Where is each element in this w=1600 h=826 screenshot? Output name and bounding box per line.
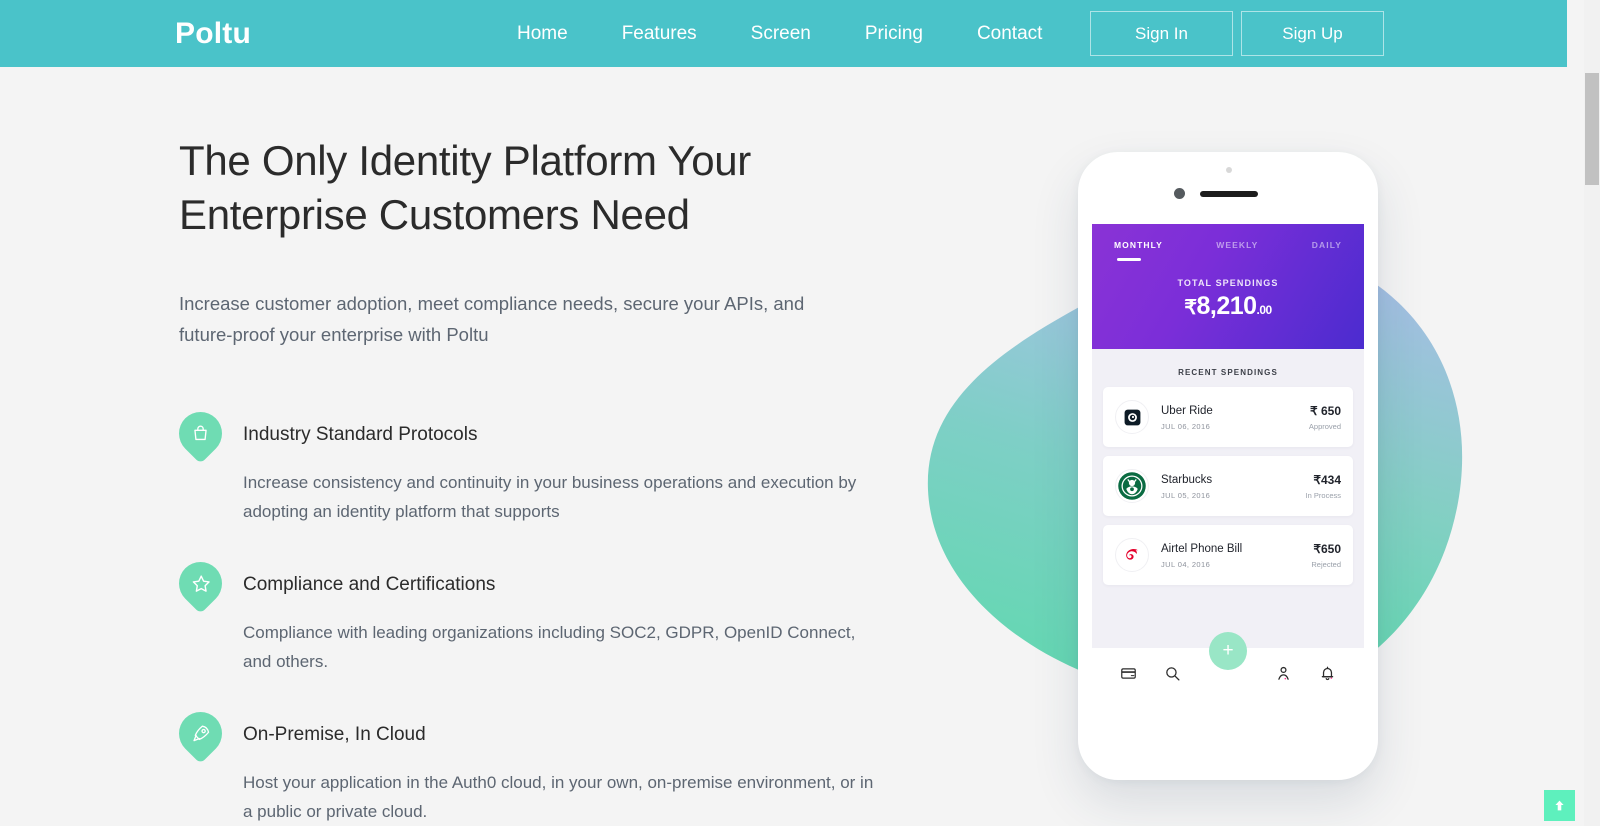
- recent-spendings-label: RECENT SPENDINGS: [1178, 368, 1278, 377]
- nav-item-home[interactable]: Home: [490, 0, 595, 67]
- front-camera-icon: [1174, 188, 1185, 199]
- rocket-icon: [170, 703, 231, 764]
- transaction-status: Rejected: [1311, 559, 1341, 569]
- uber-logo: [1115, 400, 1149, 434]
- brand-logo[interactable]: Poltu: [175, 15, 251, 53]
- person-icon[interactable]: [1275, 665, 1292, 687]
- phone-notch: [1078, 152, 1378, 212]
- feature-item: On-Premise, In Cloud Host your applicati…: [170, 703, 909, 826]
- transaction-amount: ₹650: [1313, 541, 1341, 556]
- sign-in-button[interactable]: Sign In: [1090, 11, 1233, 56]
- auth-buttons: Sign In Sign Up: [1090, 11, 1384, 56]
- nav-item-features[interactable]: Features: [595, 0, 724, 67]
- tab-daily[interactable]: DAILY: [1312, 240, 1342, 250]
- nav-item-pricing[interactable]: Pricing: [838, 0, 950, 67]
- feature-item: Industry Standard Protocols Increase con…: [170, 403, 909, 526]
- phone-mockup: MONTHLY WEEKLY DAILY TOTAL SPENDINGS ₹8,…: [1078, 152, 1378, 780]
- card-icon[interactable]: [1120, 665, 1137, 687]
- sign-up-button[interactable]: Sign Up: [1241, 11, 1384, 56]
- feature-description: Compliance with leading organizations in…: [243, 623, 856, 671]
- page-title: The Only Identity Platform Your Enterpri…: [179, 137, 751, 238]
- transaction-date: JUL 05, 2016: [1161, 490, 1211, 500]
- transaction-amount: ₹434: [1313, 472, 1341, 487]
- transaction-row[interactable]: Starbucks JUL 05, 2016 ₹434 In Process: [1103, 456, 1353, 516]
- transaction-list: Uber Ride JUL 06, 2016 ₹ 650 Approved St…: [1092, 377, 1364, 585]
- hero-section: The Only Identity Platform Your Enterpri…: [170, 134, 909, 826]
- add-transaction-fab[interactable]: +: [1209, 632, 1247, 670]
- shopping-bag-icon: [170, 403, 231, 464]
- feature-item: Compliance and Certifications Compliance…: [170, 553, 909, 676]
- transaction-row[interactable]: Uber Ride JUL 06, 2016 ₹ 650 Approved: [1103, 387, 1353, 447]
- site-header: Poltu Home Features Screen Pricing Conta…: [0, 0, 1567, 67]
- transaction-amount: ₹ 650: [1310, 403, 1341, 418]
- amount-value: 8,210: [1196, 292, 1257, 320]
- starbucks-logo: [1115, 469, 1149, 503]
- proximity-sensor-icon: [1226, 167, 1232, 173]
- nav-item-contact[interactable]: Contact: [950, 0, 1069, 67]
- transaction-row[interactable]: Airtel Phone Bill JUL 04, 2016 ₹650 Reje…: [1103, 525, 1353, 585]
- rupee-symbol: ₹: [1184, 297, 1197, 319]
- nav-item-screen[interactable]: Screen: [724, 0, 838, 67]
- tab-monthly[interactable]: MONTHLY: [1114, 240, 1163, 261]
- feature-description: Host your application in the Auth0 cloud…: [243, 773, 874, 821]
- transaction-name: Starbucks: [1161, 473, 1213, 486]
- amount-cents: .00: [1256, 303, 1273, 317]
- page-scrollbar-thumb[interactable]: [1585, 73, 1599, 185]
- hero-subtitle: Increase customer adoption, meet complia…: [179, 293, 805, 345]
- main-nav: Home Features Screen Pricing Contact: [490, 0, 1069, 67]
- period-tabs: MONTHLY WEEKLY DAILY: [1092, 224, 1364, 261]
- transaction-date: JUL 04, 2016: [1161, 559, 1211, 569]
- feature-title: Industry Standard Protocols: [243, 424, 478, 445]
- page-scrollbar-track[interactable]: [1584, 0, 1600, 826]
- feature-title: Compliance and Certifications: [243, 574, 496, 595]
- feature-title: On-Premise, In Cloud: [243, 724, 426, 745]
- transaction-name: Airtel Phone Bill: [1161, 542, 1243, 555]
- earpiece-speaker: [1200, 191, 1258, 197]
- transaction-date: JUL 06, 2016: [1161, 421, 1211, 431]
- phone-screen: MONTHLY WEEKLY DAILY TOTAL SPENDINGS ₹8,…: [1092, 224, 1364, 648]
- feature-list: Industry Standard Protocols Increase con…: [170, 403, 909, 826]
- page-root: Poltu Home Features Screen Pricing Conta…: [0, 0, 1600, 826]
- search-icon[interactable]: [1164, 665, 1181, 687]
- transaction-status: In Process: [1305, 490, 1341, 500]
- star-icon: [170, 553, 231, 614]
- total-spendings-label: TOTAL SPENDINGS: [1177, 278, 1279, 288]
- arrow-up-icon: [1555, 800, 1564, 811]
- airtel-logo: [1115, 538, 1149, 572]
- tab-weekly[interactable]: WEEKLY: [1216, 240, 1258, 250]
- transaction-status: Approved: [1308, 421, 1341, 431]
- back-to-top-button[interactable]: [1544, 790, 1575, 821]
- bell-icon[interactable]: [1319, 665, 1336, 687]
- total-spendings-amount: ₹8,210.00: [1092, 292, 1364, 321]
- spendings-header: MONTHLY WEEKLY DAILY TOTAL SPENDINGS ₹8,…: [1092, 224, 1364, 349]
- feature-description: Increase consistency and continuity in y…: [243, 473, 857, 521]
- transaction-name: Uber Ride: [1161, 404, 1213, 417]
